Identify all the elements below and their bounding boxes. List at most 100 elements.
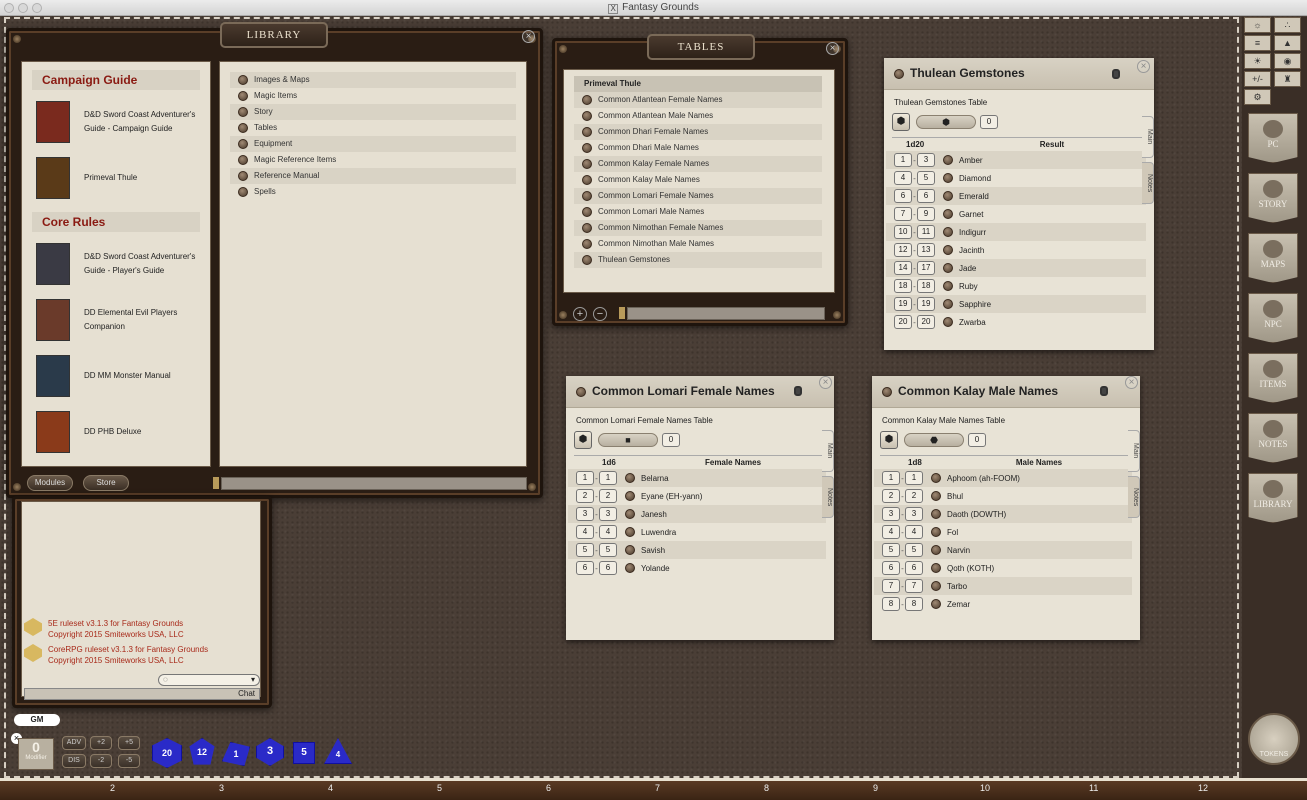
plus2-button[interactable]: +2 bbox=[90, 736, 112, 750]
table-item[interactable]: Common Kalay Female Names bbox=[574, 156, 822, 172]
book-item[interactable]: D&D Sword Coast Adventurer's Guide - Pla… bbox=[22, 236, 210, 292]
tab-notes[interactable]: Notes bbox=[1142, 162, 1154, 204]
store-button[interactable]: Store bbox=[83, 475, 129, 491]
table-item[interactable]: Common Nimothan Male Names bbox=[574, 236, 822, 252]
table-row: 4-4 Luwendra bbox=[568, 523, 826, 541]
bullet-icon bbox=[582, 206, 592, 217]
table-item[interactable]: Common Nimothan Female Names bbox=[574, 220, 822, 236]
table-row: 1-1 Belarna bbox=[568, 469, 826, 487]
roll-dice-button[interactable]: ⬢ bbox=[574, 431, 592, 449]
roll-count-field[interactable]: 0 bbox=[662, 433, 680, 447]
lomari-close-icon[interactable]: × bbox=[819, 376, 832, 389]
category-item[interactable]: Images & Maps bbox=[230, 72, 516, 88]
roll-dice-button[interactable]: ⬢ bbox=[880, 431, 898, 449]
library-window[interactable]: Campaign Guide D&D Sword Coast Adventure… bbox=[6, 28, 543, 498]
modifier-box[interactable]: 0 Modifier bbox=[18, 738, 54, 770]
category-item[interactable]: Spells bbox=[230, 184, 516, 200]
table-item[interactable]: Common Dhari Male Names bbox=[574, 140, 822, 156]
tab-main[interactable]: Main bbox=[1142, 116, 1154, 158]
sidebar-tool-button[interactable]: +/- bbox=[1244, 71, 1271, 87]
category-item[interactable]: Tables bbox=[230, 120, 516, 136]
tokens-button[interactable]: TOKENS bbox=[1248, 713, 1300, 765]
tables-close-icon[interactable]: × bbox=[826, 42, 839, 55]
plus5-button[interactable]: +5 bbox=[118, 736, 140, 750]
roll-count-field[interactable]: 0 bbox=[968, 433, 986, 447]
table-item[interactable]: Common Atlantean Female Names bbox=[574, 92, 822, 108]
library-close-icon[interactable]: × bbox=[522, 30, 535, 43]
sidebar-button-notes[interactable]: NOTES bbox=[1248, 413, 1298, 463]
table-item[interactable]: Common Atlantean Male Names bbox=[574, 108, 822, 124]
category-item[interactable]: Magic Reference Items bbox=[230, 152, 516, 168]
dice-slot[interactable]: ⬢ bbox=[916, 115, 976, 129]
sidebar-button-maps[interactable]: MAPS bbox=[1248, 233, 1298, 283]
tab-notes[interactable]: Notes bbox=[822, 476, 834, 518]
advantage-button[interactable]: ADV bbox=[62, 736, 86, 750]
lock-icon[interactable] bbox=[794, 386, 802, 396]
category-item[interactable]: Story bbox=[230, 104, 516, 120]
delete-table-icon[interactable]: − bbox=[593, 307, 607, 321]
sidebar-tool-button[interactable]: ♜ bbox=[1274, 71, 1301, 87]
table-item[interactable]: Common Kalay Male Names bbox=[574, 172, 822, 188]
lock-icon[interactable] bbox=[1100, 386, 1108, 396]
sidebar-tool-button[interactable]: ∴ bbox=[1274, 17, 1301, 33]
modules-button[interactable]: Modules bbox=[27, 475, 73, 491]
book-item[interactable]: DD MM Monster Manual bbox=[22, 348, 210, 404]
dice-slot[interactable]: ⬣ bbox=[904, 433, 964, 447]
sidebar-tool-button[interactable]: ☼ bbox=[1244, 17, 1271, 33]
bullet-icon bbox=[582, 126, 592, 137]
tables-filter-input[interactable] bbox=[627, 307, 825, 320]
settings-gear-icon[interactable]: ⚙ bbox=[1244, 89, 1271, 105]
sidebar-tool-button[interactable]: ◉ bbox=[1274, 53, 1301, 69]
tables-window[interactable]: Primeval Thule Common Atlantean Female N… bbox=[552, 38, 848, 326]
kalay-window[interactable]: Common Kalay Male Names × Common Kalay M… bbox=[872, 376, 1140, 640]
tab-main[interactable]: Main bbox=[822, 430, 834, 472]
gemstones-window[interactable]: Thulean Gemstones × Thulean Gemstones Ta… bbox=[884, 58, 1154, 350]
table-item[interactable]: Common Lomari Female Names bbox=[574, 188, 822, 204]
zoom-window-button[interactable] bbox=[32, 3, 42, 13]
category-item[interactable]: Equipment bbox=[230, 136, 516, 152]
sidebar-tool-button[interactable]: ≡ bbox=[1244, 35, 1271, 51]
tab-main[interactable]: Main bbox=[1128, 430, 1140, 472]
chat-input[interactable]: Chat bbox=[24, 688, 260, 700]
link-icon[interactable] bbox=[894, 68, 904, 79]
lock-icon[interactable] bbox=[1112, 69, 1120, 79]
d6-die-icon[interactable]: 5 bbox=[293, 742, 315, 764]
close-window-button[interactable] bbox=[4, 3, 14, 13]
dice-slot[interactable]: ■ bbox=[598, 433, 658, 447]
library-filter-input[interactable] bbox=[221, 477, 527, 490]
lomari-window[interactable]: Common Lomari Female Names × Common Loma… bbox=[566, 376, 834, 640]
book-item[interactable]: DD Elemental Evil Players Companion bbox=[22, 292, 210, 348]
roll-dice-button[interactable]: ⬢ bbox=[892, 113, 910, 131]
minus5-button[interactable]: -5 bbox=[118, 754, 140, 768]
sidebar-button-npc[interactable]: NPC bbox=[1248, 293, 1298, 343]
sidebar-button-library[interactable]: LIBRARY bbox=[1248, 473, 1298, 523]
link-icon[interactable] bbox=[882, 386, 892, 397]
chevron-down-icon: ▾ bbox=[250, 675, 255, 684]
chat-window[interactable]: 5E ruleset v3.1.3 for Fantasy Grounds Cop… bbox=[12, 496, 272, 708]
add-table-icon[interactable]: + bbox=[573, 307, 587, 321]
link-icon[interactable] bbox=[576, 386, 586, 397]
kalay-close-icon[interactable]: × bbox=[1125, 376, 1138, 389]
roll-count-field[interactable]: 0 bbox=[980, 115, 998, 129]
category-item[interactable]: Magic Items bbox=[230, 88, 516, 104]
library-title: LIBRARY bbox=[220, 22, 328, 48]
sidebar-button-story[interactable]: STORY bbox=[1248, 173, 1298, 223]
gemstones-close-icon[interactable]: × bbox=[1137, 60, 1150, 73]
table-row: 14-17 Jade bbox=[886, 259, 1146, 277]
sidebar-tool-button[interactable]: ☀ bbox=[1244, 53, 1271, 69]
sidebar-tool-button[interactable]: ▲ bbox=[1274, 35, 1301, 51]
sidebar-button-items[interactable]: ITEMS bbox=[1248, 353, 1298, 403]
category-item[interactable]: Reference Manual bbox=[230, 168, 516, 184]
book-item[interactable]: D&D Sword Coast Adventurer's Guide - Cam… bbox=[22, 94, 210, 150]
chat-mode-select[interactable]: ◌ ▾ bbox=[158, 674, 260, 686]
table-item[interactable]: Common Lomari Male Names bbox=[574, 204, 822, 220]
book-item[interactable]: DD PHB Deluxe bbox=[22, 404, 210, 460]
sidebar-button-pc[interactable]: PC bbox=[1248, 113, 1298, 163]
table-item[interactable]: Common Dhari Female Names bbox=[574, 124, 822, 140]
table-item[interactable]: Thulean Gemstones bbox=[574, 252, 822, 268]
tab-notes[interactable]: Notes bbox=[1128, 476, 1140, 518]
disadvantage-button[interactable]: DIS bbox=[62, 754, 86, 768]
minimize-window-button[interactable] bbox=[18, 3, 28, 13]
minus2-button[interactable]: -2 bbox=[90, 754, 112, 768]
book-item[interactable]: Primeval Thule bbox=[22, 150, 210, 206]
